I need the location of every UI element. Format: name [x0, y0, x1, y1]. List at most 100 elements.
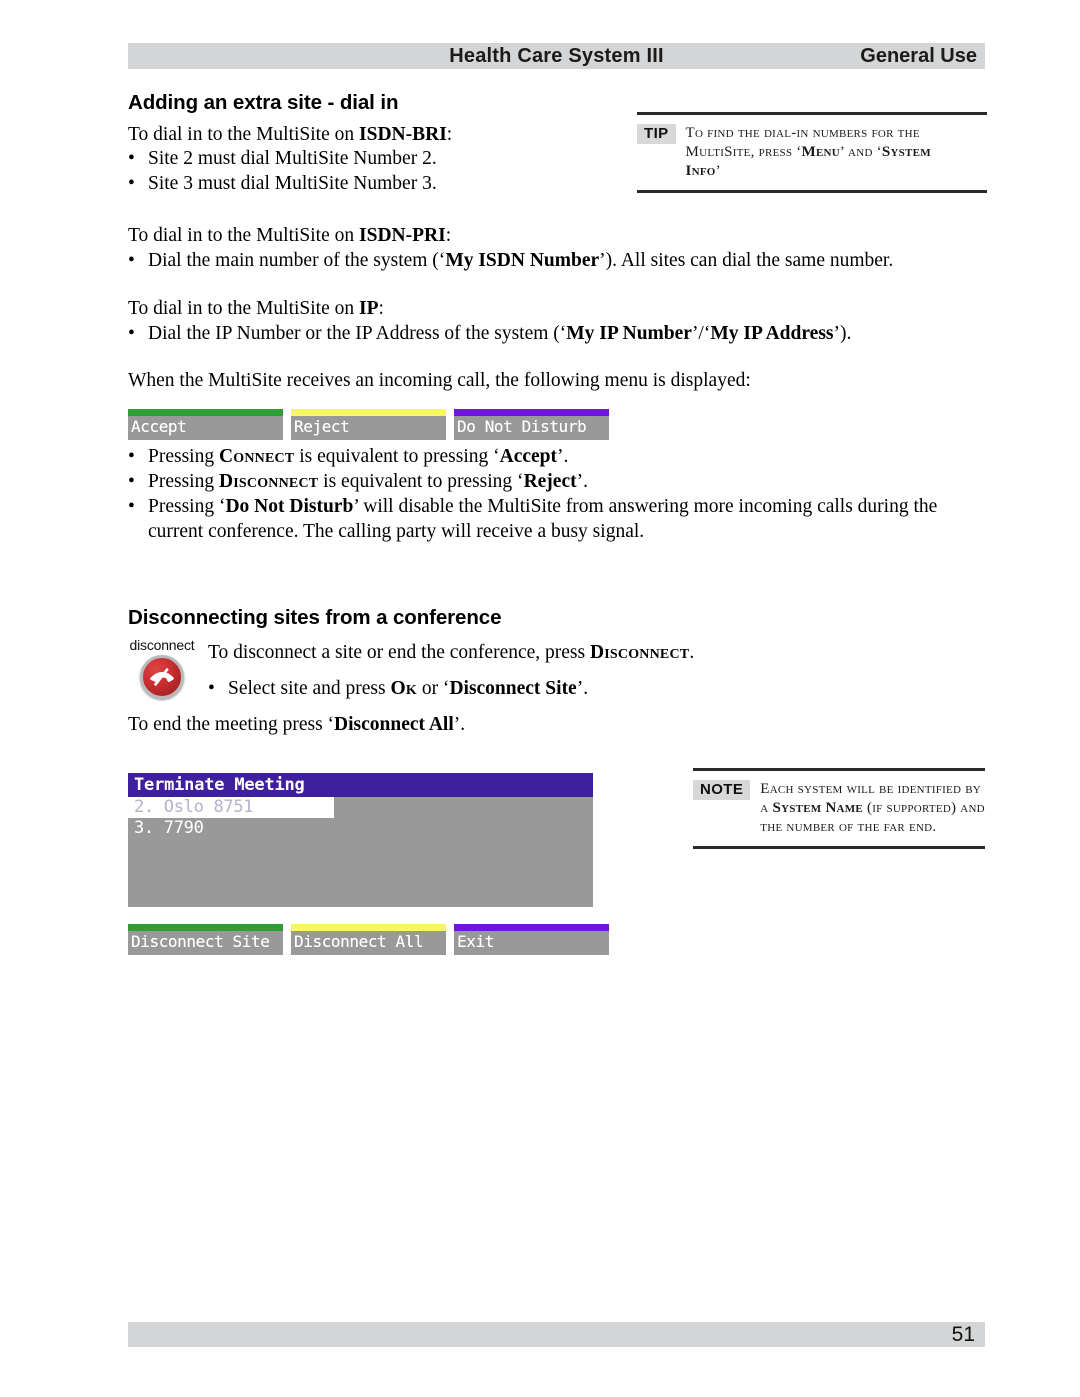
bullet-connect-suffix: ’. — [557, 446, 569, 467]
softkey-disconnect-site-label: Disconnect Site — [131, 932, 270, 951]
bullet-pri-suffix: ’). All sites can dial the same number. — [599, 250, 894, 271]
text-ip-intro-bold: IP — [359, 298, 379, 319]
text-bri-intro-bold: ISDN-BRI — [359, 124, 447, 145]
heading-disconnecting-sites: Disconnecting sites from a conference — [128, 606, 502, 629]
callout-tip-bold-menu: Menu — [801, 144, 840, 160]
text-pri-intro-prefix: To dial in to the MultiSite on — [128, 225, 360, 246]
callout-tip-text-mid: ’ and ‘ — [839, 144, 882, 160]
text-disconnect-intro-suffix: . — [689, 642, 695, 663]
text-bri-intro-suffix: : — [446, 124, 453, 145]
softkey-disconnect-site[interactable]: Disconnect Site — [128, 924, 283, 955]
softkey-reject[interactable]: Reject — [291, 409, 446, 440]
text-disconnect-intro-key: Disconnect — [589, 642, 690, 663]
phone-hangup-icon — [140, 655, 184, 699]
callout-note-bold-system-name: System Name — [772, 800, 863, 816]
callout-note: NOTE Each system will be identified by a… — [693, 768, 985, 849]
bullet-disconnect-prefix: Pressing — [148, 471, 219, 492]
callout-tip-rule-bottom — [637, 190, 987, 193]
bullet-ip-suffix: ’). — [833, 323, 852, 344]
softkey-disconnect-all-label: Disconnect All — [294, 932, 424, 951]
callout-tip: TIP To find the dial-in numbers for the … — [637, 112, 987, 193]
softkey-do-not-disturb[interactable]: Do Not Disturb — [454, 409, 609, 440]
terminate-meeting-site-list: 2. Oslo 8751 3. 7790 — [128, 797, 593, 839]
incoming-call-softkey-row: Accept Reject Do Not Disturb — [128, 409, 617, 440]
bullet-select-site: Select site and press Ok or ‘Disconnect … — [208, 676, 588, 701]
paragraph-incoming-call-intro: When the MultiSite receives an incoming … — [128, 370, 751, 391]
softkey-disconnect-all[interactable]: Disconnect All — [291, 924, 446, 955]
bullet-disconnect-equals-reject: Pressing Disconnect is equivalent to pre… — [128, 469, 588, 494]
terminate-meeting-screen: Terminate Meeting 2. Oslo 8751 3. 7790 — [128, 773, 593, 907]
header-title: Health Care System III — [449, 45, 664, 67]
paragraph-end-meeting: To end the meeting press ‘Disconnect All… — [128, 712, 465, 737]
softkey-do-not-disturb-color-cap — [454, 409, 609, 416]
softkey-reject-color-cap — [291, 409, 446, 416]
disconnect-key-label: disconnect — [129, 637, 195, 653]
list-item[interactable]: 3. 7790 — [128, 818, 593, 839]
bullet-connect-mid: is equivalent to pressing ‘ — [294, 446, 500, 467]
list-item[interactable]: 2. Oslo 8751 — [128, 797, 334, 818]
softkey-exit[interactable]: Exit — [454, 924, 609, 955]
bullet-select-site-bold: Disconnect Site — [449, 678, 577, 699]
text-end-meeting-prefix: To end the meeting press ‘ — [128, 714, 335, 735]
callout-tip-badge: TIP — [637, 124, 676, 144]
terminate-meeting-title: Terminate Meeting — [128, 773, 593, 797]
bullet-select-site-suffix: ’. — [576, 678, 589, 699]
text-pri-intro-bold: ISDN-PRI — [359, 225, 446, 246]
bullet-bri-site3: Site 3 must dial MultiSite Number 3. — [128, 171, 437, 196]
softkey-accept-color-cap — [128, 409, 283, 416]
callout-tip-text-suffix: ’ — [715, 163, 721, 179]
bullet-ip-number: Dial the IP Number or the IP Address of … — [128, 321, 851, 346]
bullet-bri-site2-text: Site 2 must dial MultiSite Number 2. — [148, 148, 437, 169]
page-header-bar: Health Care System III General Use — [128, 43, 985, 69]
bullet-disconnect-key: Disconnect — [218, 471, 319, 492]
softkey-accept[interactable]: Accept — [128, 409, 283, 440]
text-ip-intro-suffix: : — [378, 298, 384, 319]
softkey-exit-color-cap — [454, 924, 609, 931]
bullet-pri-prefix: Dial the main number of the system (‘ — [148, 250, 446, 271]
bullet-connect-key: Connect — [218, 446, 295, 467]
bullet-ip-prefix: Dial the IP Number or the IP Address of … — [148, 323, 567, 344]
bullet-pri-main-number: Dial the main number of the system (‘My … — [128, 248, 893, 273]
callout-note-rule-bottom — [693, 846, 985, 849]
bullet-select-site-prefix: Select site and press — [228, 678, 391, 699]
bullet-dnd-prefix: Pressing ‘ — [148, 496, 226, 517]
bullet-connect-equals-accept: Pressing Connect is equivalent to pressi… — [128, 444, 568, 469]
bullet-dnd-bold: Do Not Disturb — [225, 496, 354, 517]
softkey-exit-label: Exit — [457, 932, 494, 951]
text-end-meeting-bold: Disconnect All — [334, 714, 454, 735]
text-pri-intro-suffix: : — [445, 225, 452, 246]
bullet-select-site-mid: or ‘ — [416, 678, 450, 699]
bullet-disconnect-mid: is equivalent to pressing ‘ — [318, 471, 524, 492]
paragraph-bri-intro: To dial in to the MultiSite on ISDN-BRI: — [128, 122, 452, 147]
bullet-do-not-disturb-behavior: Pressing ‘Do Not Disturb’ will disable t… — [128, 494, 978, 544]
callout-tip-text: To find the dial-in numbers for the Mult… — [686, 124, 956, 181]
page-footer-bar: 51 — [128, 1322, 985, 1347]
softkey-do-not-disturb-label: Do Not Disturb — [457, 417, 587, 436]
bullet-connect-prefix: Pressing — [148, 446, 219, 467]
disconnect-hardware-key[interactable]: disconnect — [126, 637, 198, 699]
bullet-disconnect-suffix: ’. — [576, 471, 588, 492]
bullet-disconnect-bold: Reject — [523, 471, 577, 492]
text-ip-intro-prefix: To dial in to the MultiSite on — [128, 298, 360, 319]
softkey-reject-label: Reject — [294, 417, 350, 436]
text-end-meeting-suffix: ’. — [453, 714, 466, 735]
softkey-accept-label: Accept — [131, 417, 187, 436]
bullet-ip-mid: ’/‘ — [691, 323, 711, 344]
paragraph-disconnect-intro: To disconnect a site or end the conferen… — [208, 640, 694, 665]
terminate-meeting-softkey-row: Disconnect Site Disconnect All Exit — [128, 924, 617, 955]
bullet-bri-site2: Site 2 must dial MultiSite Number 2. — [128, 146, 437, 171]
header-section-label: General Use — [860, 45, 977, 67]
text-disconnect-intro-prefix: To disconnect a site or end the conferen… — [208, 642, 590, 663]
callout-note-text: Each system will be identified by a Syst… — [760, 780, 985, 837]
callout-note-badge: NOTE — [693, 780, 751, 800]
bullet-pri-bold: My ISDN Number — [445, 250, 600, 271]
bullet-ip-bold-address: My IP Address — [710, 323, 834, 344]
bullet-connect-bold: Accept — [499, 446, 558, 467]
paragraph-pri-intro: To dial in to the MultiSite on ISDN-PRI: — [128, 223, 451, 248]
bullet-bri-site3-text: Site 3 must dial MultiSite Number 3. — [148, 173, 437, 194]
bullet-ip-bold-number: My IP Number — [566, 323, 692, 344]
text-bri-intro-prefix: To dial in to the MultiSite on — [128, 124, 360, 145]
page-number: 51 — [951, 1323, 975, 1346]
bullet-select-site-key: Ok — [390, 678, 417, 699]
softkey-disconnect-site-color-cap — [128, 924, 283, 931]
